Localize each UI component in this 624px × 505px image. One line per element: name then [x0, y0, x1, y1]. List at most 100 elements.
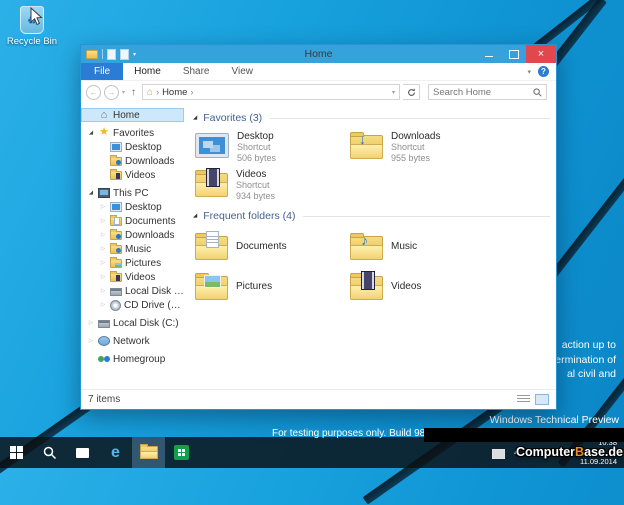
file-item-documents[interactable]: Documents	[193, 229, 348, 263]
navigation-pane: ⌂Home◢★FavoritesDesktopDownloadsVideos◢T…	[81, 103, 187, 389]
sidebar-item-homegroup[interactable]: Homegroup	[81, 352, 184, 366]
expander-collapsed-icon[interactable]: ▷	[99, 302, 107, 308]
file-item-text: Documents	[236, 241, 287, 252]
expander-collapsed-icon[interactable]: ▷	[87, 320, 95, 326]
sidebar-item-this-pc[interactable]: ◢This PC	[81, 186, 184, 200]
title-bar[interactable]: ▾ Home ×	[81, 45, 556, 63]
minimize-button[interactable]	[476, 45, 501, 63]
folder-doc-icon	[110, 217, 122, 226]
folder-music-icon	[110, 245, 122, 254]
help-icon[interactable]: ?	[538, 66, 549, 77]
file-item-music[interactable]: ♪ Music	[348, 229, 503, 263]
tab-file[interactable]: File	[81, 63, 123, 80]
details-view-icon[interactable]	[517, 395, 530, 404]
sidebar-item-network[interactable]: ▷Network	[81, 334, 184, 348]
sidebar-item-videos[interactable]: Videos	[81, 168, 184, 182]
properties-icon[interactable]	[107, 49, 116, 60]
file-item-desktop[interactable]: DesktopShortcut506 bytes	[193, 131, 348, 163]
breadcrumb[interactable]: ⌂ › Home › ▾	[142, 84, 400, 100]
sidebar-item-label: Videos	[125, 170, 155, 181]
forward-button[interactable]: →	[104, 85, 119, 100]
maximize-button[interactable]	[501, 45, 526, 63]
sidebar-item-downloads[interactable]: Downloads	[81, 154, 184, 168]
file-item-name: Documents	[236, 241, 287, 252]
expander-collapsed-icon[interactable]: ▷	[99, 274, 107, 280]
folder-doc-icon	[195, 232, 228, 260]
group-expander-icon[interactable]: ◢	[193, 115, 197, 121]
tab-view[interactable]: View	[221, 66, 265, 77]
tab-home[interactable]: Home	[123, 66, 172, 77]
file-item-pictures[interactable]: Pictures	[193, 269, 348, 303]
tab-share[interactable]: Share	[172, 66, 221, 77]
close-button[interactable]: ×	[526, 45, 556, 63]
expander-expanded-icon[interactable]: ◢	[87, 190, 95, 196]
tray-window-icon[interactable]	[492, 449, 505, 459]
expander-collapsed-icon[interactable]: ▷	[99, 288, 107, 294]
expander-expanded-icon[interactable]: ◢	[87, 130, 95, 136]
sidebar-item-local-disk-c[interactable]: ▷Local Disk (C:)	[81, 284, 184, 298]
recycle-bin-label: Recycle Bin	[6, 36, 58, 47]
folder-video-icon	[195, 169, 228, 197]
store-taskbar-button[interactable]	[165, 437, 198, 468]
start-button[interactable]	[0, 437, 33, 468]
file-item-downloads[interactable]: ↓DownloadsShortcut955 bytes	[348, 131, 503, 163]
group-expander-icon[interactable]: ◢	[193, 213, 197, 219]
breadcrumb-item-home[interactable]: Home	[162, 87, 187, 98]
sidebar-item-downloads[interactable]: ▷ Downloads	[81, 228, 184, 242]
folder-pic-icon	[195, 272, 228, 300]
sidebar-item-videos[interactable]: ▷ Videos	[81, 270, 184, 284]
sidebar-item-local-disk-c[interactable]: ▷Local Disk (C:)	[81, 316, 184, 330]
new-folder-icon[interactable]	[120, 49, 129, 60]
sidebar-item-cd-drive-d-jm1[interactable]: ▷CD Drive (D:) JM1	[81, 298, 184, 312]
sidebar-item-favorites[interactable]: ◢★Favorites	[81, 126, 184, 140]
sidebar-item-label: Home	[113, 110, 140, 121]
windows-logo-icon	[10, 446, 23, 459]
folder-shape	[350, 135, 383, 159]
file-explorer-taskbar-button[interactable]	[132, 437, 165, 468]
folder-down-icon: ↓	[350, 131, 383, 159]
file-item-size: 955 bytes	[391, 153, 440, 164]
file-item-size: 934 bytes	[236, 191, 275, 202]
expander-collapsed-icon[interactable]: ▷	[99, 246, 107, 252]
search-box[interactable]	[428, 84, 547, 100]
task-view-button[interactable]	[66, 437, 99, 468]
expand-ribbon-chevron-icon[interactable]: ▾	[527, 68, 531, 76]
address-dropdown-chevron-icon[interactable]: ▾	[392, 89, 395, 96]
monitor-icon	[110, 142, 122, 152]
sidebar-item-label: Downloads	[125, 230, 174, 241]
sidebar-item-desktop[interactable]: ▷ Desktop	[81, 200, 184, 214]
file-item-videos[interactable]: Videos	[348, 269, 503, 303]
back-button[interactable]: ←	[86, 85, 101, 100]
sidebar-item-music[interactable]: ▷Music	[81, 242, 184, 256]
folder-down-icon	[110, 157, 122, 166]
large-icons-view-icon[interactable]	[535, 394, 549, 405]
folder-music-glyph: ♪	[361, 232, 368, 248]
sidebar-item-home[interactable]: ⌂Home	[81, 108, 184, 122]
sidebar-item-label: Desktop	[125, 202, 162, 213]
expander-collapsed-icon[interactable]: ▷	[99, 218, 107, 224]
file-item-text: VideosShortcut934 bytes	[236, 169, 275, 201]
sidebar-item-desktop[interactable]: Desktop	[81, 140, 184, 154]
file-item-videos[interactable]: VideosShortcut934 bytes	[193, 169, 348, 201]
recent-locations-chevron-icon[interactable]: ▾	[122, 89, 125, 96]
sidebar-item-documents[interactable]: ▷Documents	[81, 214, 184, 228]
network-icon	[98, 336, 110, 346]
customize-qat-chevron-icon[interactable]: ▾	[133, 51, 136, 58]
sidebar-item-pictures[interactable]: ▷Pictures	[81, 256, 184, 270]
up-button[interactable]: ↑	[128, 87, 139, 98]
expander-collapsed-icon[interactable]: ▷	[99, 204, 107, 210]
refresh-button[interactable]	[403, 84, 420, 100]
expander-collapsed-icon[interactable]: ▷	[99, 260, 107, 266]
file-item-name: Downloads	[391, 131, 440, 142]
search-input[interactable]	[433, 87, 533, 98]
star-icon: ★	[98, 128, 110, 138]
file-item-name: Music	[391, 241, 417, 252]
expander-collapsed-icon[interactable]: ▷	[99, 232, 107, 238]
file-item-size: 506 bytes	[237, 153, 276, 164]
expander-collapsed-icon[interactable]: ▷	[87, 338, 95, 344]
internet-explorer-taskbar-button[interactable]: e	[99, 437, 132, 468]
address-bar: ← → ▾ ↑ ⌂ › Home › ▾	[81, 81, 556, 103]
sidebar-item-label: Videos	[125, 272, 155, 283]
recycle-bin-desktop-icon[interactable]: ♻ Recycle Bin	[6, 6, 58, 47]
taskbar-search-button[interactable]	[33, 437, 66, 468]
